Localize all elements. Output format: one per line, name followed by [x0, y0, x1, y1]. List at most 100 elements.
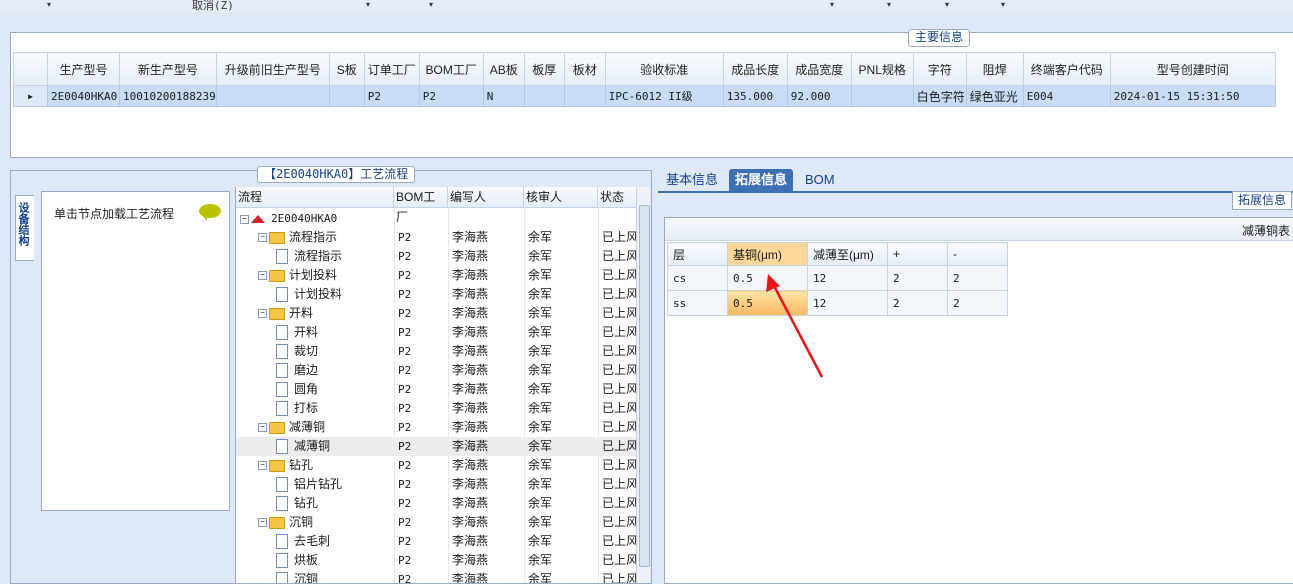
- collapse-toggle-icon[interactable]: −: [258, 423, 267, 433]
- dropdown-arrow-icon[interactable]: ▾: [830, 0, 834, 9]
- collapse-toggle-icon[interactable]: −: [258, 518, 267, 528]
- table-cell[interactable]: E004: [1022, 85, 1111, 107]
- column-header[interactable]: 成品长度: [722, 52, 788, 86]
- tree-row[interactable]: 开料 P2 李海燕 余军 已上风: [236, 323, 638, 342]
- column-header[interactable]: S板: [328, 52, 365, 86]
- tree-row[interactable]: − 开料 P2 李海燕 余军 已上风: [236, 304, 638, 323]
- tree-scrollbar[interactable]: [636, 187, 650, 583]
- thin-column-header[interactable]: +: [887, 242, 948, 266]
- dropdown-arrow-icon[interactable]: ▾: [366, 0, 370, 9]
- tree-row[interactable]: 圆角 P2 李海燕 余军 已上风: [236, 380, 638, 399]
- column-header[interactable]: 生产型号: [47, 52, 120, 86]
- thin-column-header[interactable]: -: [947, 242, 1008, 266]
- tree-row[interactable]: − 流程指示 P2 李海燕 余军 已上风: [236, 228, 638, 247]
- table-row[interactable]: ▶ 2E0040HKA0 10010200188239 P2 P2 N IPC-6012 …: [13, 85, 1276, 107]
- document-icon: [276, 344, 288, 360]
- thin-cell[interactable]: cs: [667, 265, 728, 291]
- column-header[interactable]: BOM工厂: [418, 52, 484, 86]
- column-header[interactable]: 板材: [563, 52, 606, 86]
- table-cell[interactable]: [328, 85, 365, 107]
- dropdown-arrow-icon[interactable]: ▾: [47, 0, 51, 9]
- table-cell[interactable]: 2E0040HKA0: [47, 85, 120, 107]
- collapse-toggle-icon[interactable]: −: [240, 214, 249, 224]
- table-cell[interactable]: 白色字符: [912, 85, 967, 107]
- tree-row[interactable]: − 2E0040HKA0: [236, 209, 636, 228]
- tree-row[interactable]: − 减薄铜 P2 李海燕 余军 已上风: [236, 418, 638, 437]
- column-header[interactable]: 成品宽度: [786, 52, 852, 86]
- table-cell[interactable]: [850, 85, 914, 107]
- table-cell[interactable]: IPC-6012 II级: [604, 85, 724, 107]
- dropdown-arrow-icon[interactable]: ▾: [887, 0, 891, 9]
- column-header[interactable]: 型号创建时间: [1109, 52, 1276, 86]
- thin-cell[interactable]: 2: [887, 265, 948, 291]
- dropdown-arrow-icon[interactable]: ▾: [1001, 0, 1005, 9]
- thin-cell[interactable]: 2: [887, 290, 948, 316]
- tree-row[interactable]: 流程指示 P2 李海燕 余军 已上风: [236, 247, 638, 266]
- thin-row[interactable]: ss 0.5 12 2 2: [667, 290, 1008, 316]
- table-cell[interactable]: 2024-01-15 15:31:50: [1109, 85, 1276, 107]
- column-header[interactable]: AB板: [482, 52, 525, 86]
- dropdown-arrow-icon[interactable]: ▾: [945, 0, 949, 9]
- table-cell[interactable]: 135.000: [722, 85, 788, 107]
- column-header[interactable]: 阻焊: [965, 52, 1024, 86]
- collapse-toggle-icon[interactable]: −: [258, 309, 267, 319]
- horizontal-splitter[interactable]: [0, 158, 1293, 164]
- column-header[interactable]: PNL规格: [850, 52, 914, 86]
- table-cell[interactable]: [563, 85, 606, 107]
- thin-column-header[interactable]: 层: [667, 242, 728, 266]
- column-header[interactable]: 新生产型号: [119, 52, 217, 86]
- tab-basic-info[interactable]: 基本信息: [660, 169, 724, 191]
- tree-row[interactable]: − 计划投料 P2 李海燕 余军 已上风: [236, 266, 638, 285]
- dropdown-arrow-icon[interactable]: ▾: [429, 0, 433, 9]
- table-cell[interactable]: 10010200188239: [119, 85, 217, 107]
- column-header[interactable]: 字符: [912, 52, 967, 86]
- column-header[interactable]: 订单工厂: [363, 52, 420, 86]
- tree-cell-bom: P2: [398, 535, 412, 548]
- tree-node-label: 计划投料: [289, 268, 338, 282]
- cancel-button[interactable]: 取消(Z): [192, 0, 234, 13]
- tree-row[interactable]: 铝片钻孔 P2 李海燕 余军 已上风: [236, 475, 638, 494]
- tree-column-header[interactable]: 流程: [236, 187, 394, 207]
- collapse-toggle-icon[interactable]: −: [258, 461, 267, 471]
- tab-bom[interactable]: BOM: [799, 169, 841, 191]
- side-tab-equipment[interactable]: 设备结构: [15, 195, 34, 261]
- tree-row[interactable]: 烘板 P2 李海燕 余军 已上风: [236, 551, 638, 570]
- tree-column-header[interactable]: 编写人: [448, 187, 524, 207]
- table-cell[interactable]: N: [482, 85, 525, 107]
- collapse-toggle-icon[interactable]: −: [258, 271, 267, 281]
- thin-cell[interactable]: 2: [947, 290, 1008, 316]
- table-cell[interactable]: 92.000: [786, 85, 852, 107]
- tree-row[interactable]: 钻孔 P2 李海燕 余军 已上风: [236, 494, 638, 513]
- tree-column-header[interactable]: 核审人: [524, 187, 598, 207]
- tree-row[interactable]: − 沉铜 P2 李海燕 余军 已上风: [236, 513, 638, 532]
- column-header[interactable]: 验收标准: [604, 52, 724, 86]
- table-cell[interactable]: 绿色亚光: [965, 85, 1024, 107]
- tree-row[interactable]: 磨边 P2 李海燕 余军 已上风: [236, 361, 638, 380]
- tree-node-label: 打标: [294, 401, 319, 415]
- collapse-toggle-icon[interactable]: −: [258, 233, 267, 243]
- table-cell[interactable]: [523, 85, 565, 107]
- tree-column-header[interactable]: 状态: [598, 187, 638, 207]
- column-header[interactable]: 升级前旧生产型号: [215, 52, 330, 86]
- tree-column-header[interactable]: BOM工厂: [394, 187, 448, 224]
- thin-cell[interactable]: ss: [667, 290, 728, 316]
- thin-row[interactable]: cs 0.5 12 2 2: [667, 265, 1008, 291]
- thin-cell[interactable]: 2: [947, 265, 1008, 291]
- tree-row[interactable]: 减薄铜 P2 李海燕 余军 已上风: [236, 437, 638, 456]
- tree-row[interactable]: 计划投料 P2 李海燕 余军 已上风: [236, 285, 638, 304]
- tab-ext-info[interactable]: 拓展信息: [729, 169, 794, 191]
- table-cell[interactable]: P2: [418, 85, 484, 107]
- tree-row[interactable]: 沉铜 P2 李海燕 余军 已上风: [236, 570, 638, 583]
- table-cell[interactable]: P2: [363, 85, 420, 107]
- tree-row[interactable]: 去毛刺 P2 李海燕 余军 已上风: [236, 532, 638, 551]
- thin-column-header[interactable]: 减薄至(μm): [807, 242, 888, 266]
- tree-row[interactable]: 打标 P2 李海燕 余军 已上风: [236, 399, 638, 418]
- column-header[interactable]: 板厚: [523, 52, 565, 86]
- column-header[interactable]: 终端客户代码: [1022, 52, 1111, 86]
- thin-column-header[interactable]: 基铜(μm): [727, 242, 808, 266]
- table-cell[interactable]: [215, 85, 330, 107]
- tree-row[interactable]: − 钻孔 P2 李海燕 余军 已上风: [236, 456, 638, 475]
- scrollbar-thumb[interactable]: [639, 205, 650, 567]
- tree-cell-writer: 李海燕: [452, 553, 489, 567]
- tree-row[interactable]: 裁切 P2 李海燕 余军 已上风: [236, 342, 638, 361]
